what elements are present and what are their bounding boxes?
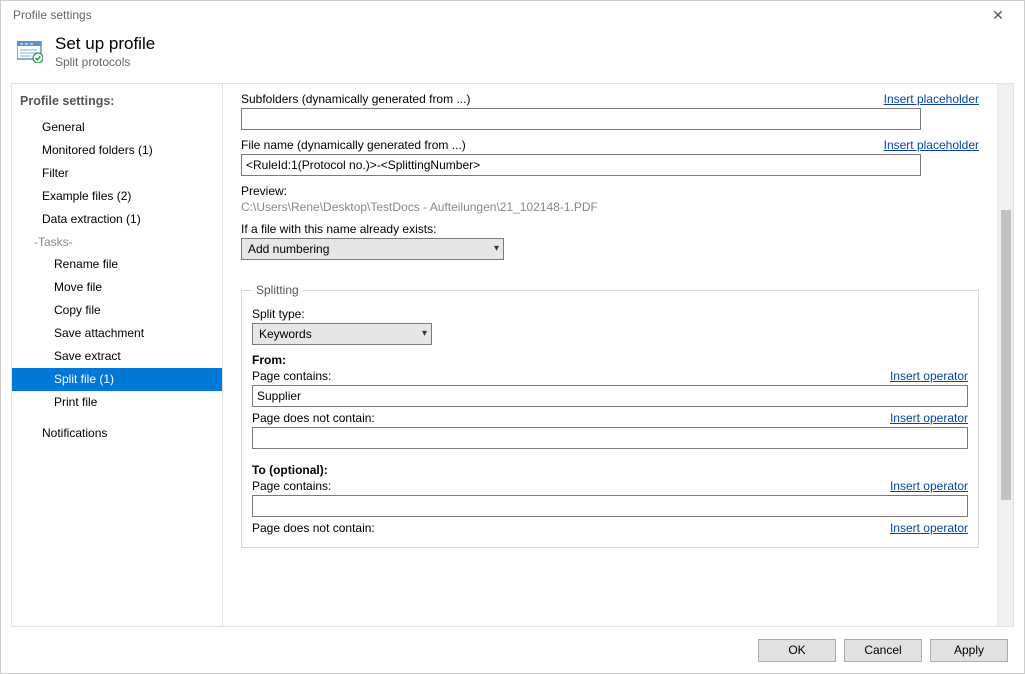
to-page-contains-input[interactable] — [252, 495, 968, 517]
page-not-contain-label: Page does not contain: — [252, 411, 375, 425]
chevron-down-icon: ▾ — [422, 328, 427, 339]
subfolders-label: Subfolders (dynamically generated from .… — [241, 92, 470, 106]
filename-label: File name (dynamically generated from ..… — [241, 138, 466, 152]
profile-icon — [17, 41, 43, 63]
sidebar-item-split-file[interactable]: Split file (1) — [12, 368, 222, 391]
split-type-dropdown[interactable]: Keywords ▾ — [252, 323, 432, 345]
chevron-down-icon: ▾ — [494, 243, 499, 254]
sidebar-item-save-extract[interactable]: Save extract — [12, 345, 222, 368]
sidebar-item-notifications[interactable]: Notifications — [12, 422, 222, 445]
content-area: Subfolders (dynamically generated from .… — [223, 84, 997, 626]
page-title: Set up profile — [55, 35, 155, 54]
from-label: From: — [252, 353, 968, 367]
to-label: To (optional): — [252, 463, 968, 477]
page-not-contain-label: Page does not contain: — [252, 521, 375, 535]
sidebar-item-save-attachment[interactable]: Save attachment — [12, 322, 222, 345]
from-page-not-contain-input[interactable] — [252, 427, 968, 449]
insert-operator-link[interactable]: Insert operator — [890, 521, 968, 535]
scrollbar[interactable] — [997, 84, 1013, 626]
page-contains-label: Page contains: — [252, 369, 331, 383]
window-title: Profile settings — [7, 8, 92, 22]
scrollbar-thumb[interactable] — [1001, 210, 1011, 500]
sidebar-title: Profile settings: — [12, 84, 222, 116]
sidebar-item-filter[interactable]: Filter — [12, 162, 222, 185]
split-type-label: Split type: — [252, 307, 968, 321]
from-page-contains-input[interactable] — [252, 385, 968, 407]
insert-placeholder-link[interactable]: Insert placeholder — [884, 92, 979, 106]
file-exists-dropdown[interactable]: Add numbering ▾ — [241, 238, 504, 260]
sidebar-item-monitored-folders[interactable]: Monitored folders (1) — [12, 139, 222, 162]
cancel-button[interactable]: Cancel — [844, 639, 922, 662]
preview-value: C:\Users\Rene\Desktop\TestDocs - Aufteil… — [241, 200, 979, 214]
splitting-legend: Splitting — [252, 283, 303, 297]
sidebar: Profile settings: General Monitored fold… — [11, 83, 223, 627]
insert-placeholder-link[interactable]: Insert placeholder — [884, 138, 979, 152]
ok-button[interactable]: OK — [758, 639, 836, 662]
sidebar-item-general[interactable]: General — [12, 116, 222, 139]
filename-input[interactable] — [241, 154, 921, 176]
sidebar-item-print-file[interactable]: Print file — [12, 391, 222, 414]
sidebar-item-example-files[interactable]: Example files (2) — [12, 185, 222, 208]
splitting-group: Splitting Split type: Keywords ▾ From: P… — [241, 290, 979, 548]
page-contains-label: Page contains: — [252, 479, 331, 493]
sidebar-item-copy-file[interactable]: Copy file — [12, 299, 222, 322]
titlebar: Profile settings ✕ — [1, 1, 1024, 29]
insert-operator-link[interactable]: Insert operator — [890, 479, 968, 493]
split-type-value: Keywords — [259, 327, 312, 341]
sidebar-item-rename-file[interactable]: Rename file — [12, 253, 222, 276]
page-header: Set up profile Split protocols — [1, 29, 1024, 83]
close-icon[interactable]: ✕ — [978, 7, 1018, 24]
insert-operator-link[interactable]: Insert operator — [890, 369, 968, 383]
sidebar-item-move-file[interactable]: Move file — [12, 276, 222, 299]
sidebar-item-data-extraction[interactable]: Data extraction (1) — [12, 208, 222, 231]
file-exists-value: Add numbering — [248, 242, 329, 256]
apply-button[interactable]: Apply — [930, 639, 1008, 662]
subfolders-input[interactable] — [241, 108, 921, 130]
file-exists-label: If a file with this name already exists: — [241, 222, 979, 236]
preview-label: Preview: — [241, 184, 979, 198]
dialog-footer: OK Cancel Apply — [1, 627, 1024, 673]
sidebar-group-tasks: -Tasks- — [12, 231, 222, 253]
page-subtitle: Split protocols — [55, 55, 155, 69]
insert-operator-link[interactable]: Insert operator — [890, 411, 968, 425]
